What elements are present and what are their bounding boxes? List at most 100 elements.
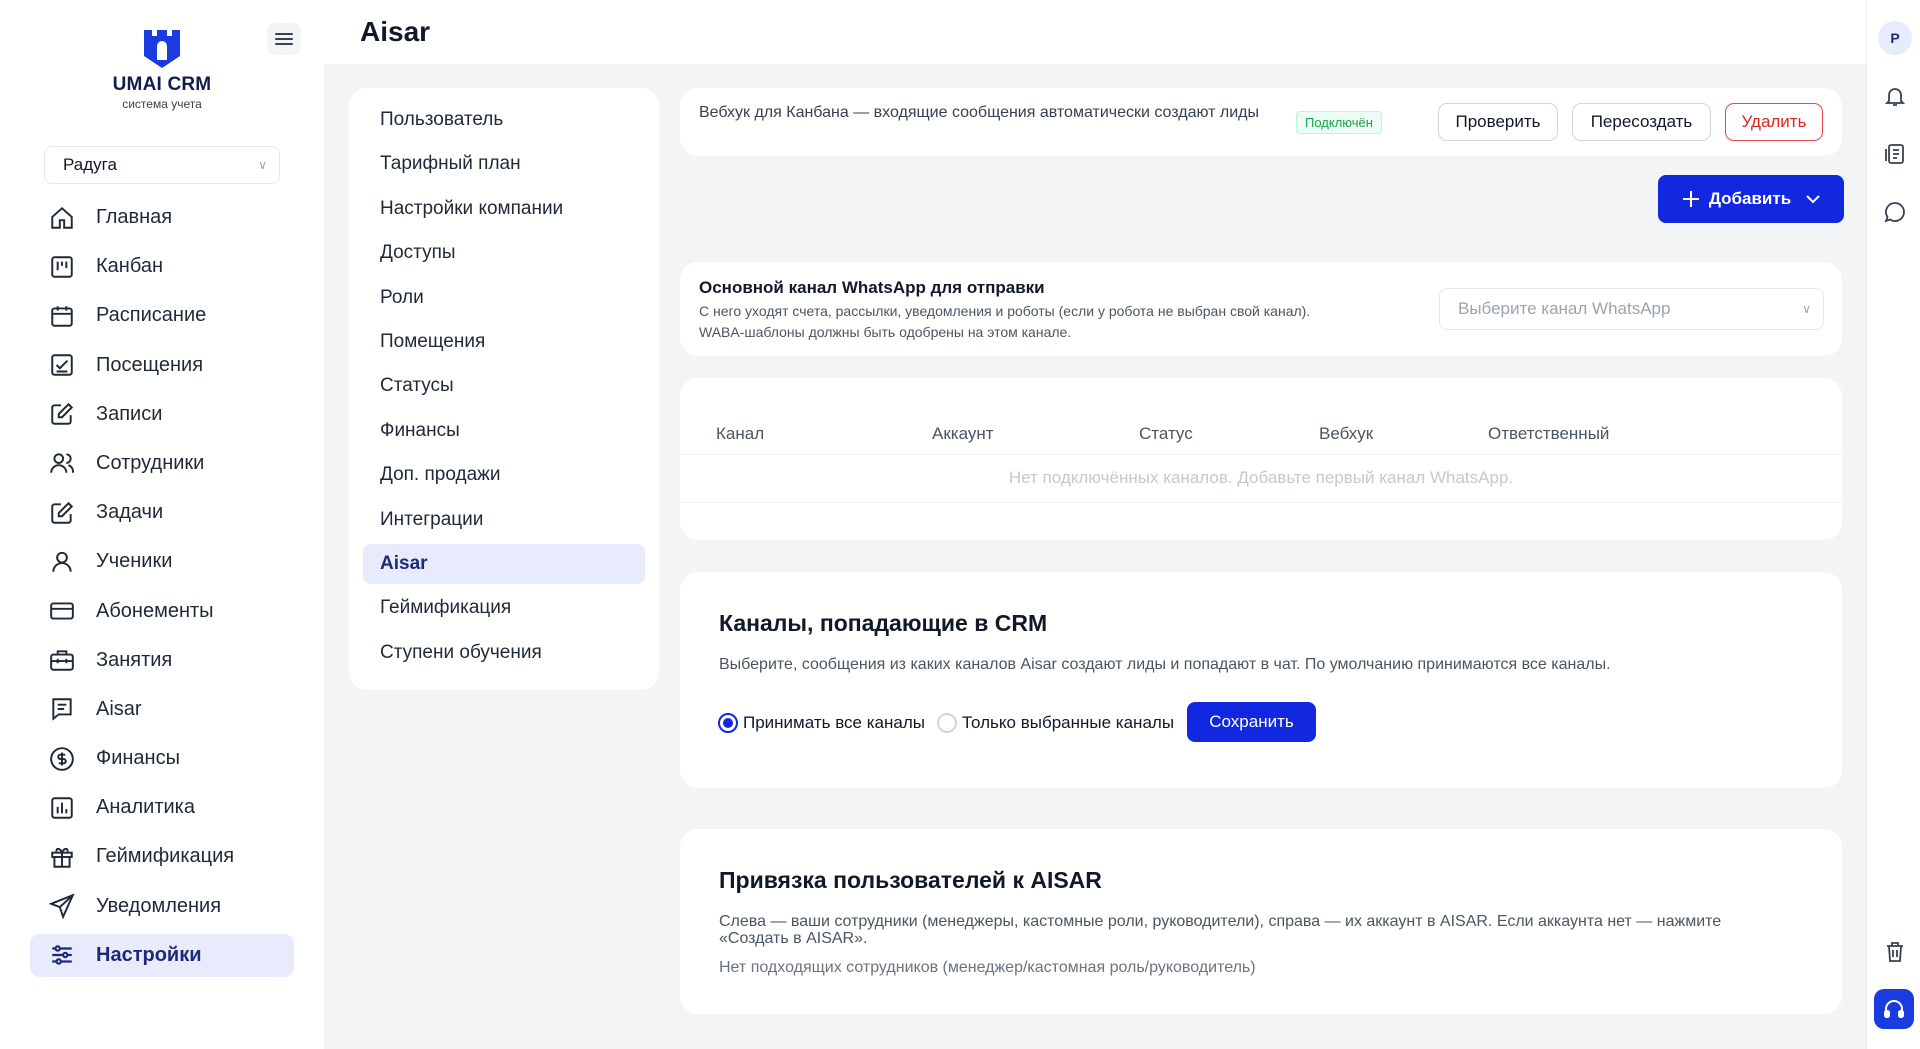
- radio-label: Принимать все каналы: [743, 713, 925, 732]
- radio-selected-only[interactable]: Только выбранные каналы: [937, 713, 1174, 733]
- submenu-item-learning-levels[interactable]: Ступени обучения: [363, 633, 645, 673]
- home-icon: [48, 204, 76, 232]
- document-icon[interactable]: [1881, 140, 1909, 168]
- radio-unchecked-icon: [937, 713, 957, 733]
- kanban-icon: [48, 253, 76, 281]
- chart-icon: [48, 794, 76, 822]
- chat-icon[interactable]: [1881, 198, 1909, 226]
- hamburger-icon: [275, 33, 293, 45]
- support-button[interactable]: [1874, 989, 1914, 1029]
- whatsapp-main-channel-card: Основной канал WhatsApp для отправки С н…: [680, 262, 1842, 356]
- whatsapp-desc-line: WABA-шаблоны должны быть одобрены на это…: [699, 324, 1072, 340]
- nav-item-tasks[interactable]: Задачи: [30, 491, 294, 534]
- submenu-item-access[interactable]: Доступы: [363, 233, 645, 273]
- column-header-responsible: Ответственный: [1488, 424, 1610, 443]
- webhook-description: Вебхук для Канбана — входящие сообщения …: [699, 104, 1260, 121]
- brand-name: UMAI CRM: [112, 74, 212, 95]
- nav-item-settings[interactable]: Настройки: [30, 933, 294, 977]
- nav-item-label: Уведомления: [96, 894, 222, 917]
- whatsapp-card-description: С него уходят счета, рассылки, уведомлен…: [699, 301, 1419, 343]
- nav-item-label: Аналитика: [96, 796, 195, 819]
- gift-icon: [48, 843, 76, 871]
- crm-channels-description: Выберите, сообщения из каких каналов Ais…: [719, 656, 1611, 673]
- radio-label: Только выбранные каналы: [962, 713, 1175, 732]
- aisar-binding-title: Привязка пользователей к AISAR: [719, 867, 1102, 893]
- nav-item-label: Задачи: [96, 501, 164, 524]
- nav-item-gamification[interactable]: Геймификация: [30, 835, 294, 878]
- nav-item-employees[interactable]: Сотрудники: [30, 442, 294, 485]
- delete-button[interactable]: Удалить: [1725, 103, 1823, 141]
- chevron-down-icon: ∨: [1802, 302, 1811, 316]
- channels-table: Канал Аккаунт Статус Вебхук Ответственны…: [680, 378, 1842, 540]
- submenu-item-rooms[interactable]: Помещения: [363, 322, 645, 362]
- nav-item-analytics[interactable]: Аналитика: [30, 786, 294, 829]
- submenu-item-gamification[interactable]: Геймификация: [363, 588, 645, 628]
- add-channel-label: Добавить: [1708, 189, 1792, 208]
- radio-accept-all[interactable]: Принимать все каналы: [718, 713, 925, 733]
- whatsapp-card-title: Основной канал WhatsApp для отправки: [699, 278, 1045, 297]
- nav-item-home[interactable]: Главная: [30, 196, 294, 239]
- users-icon: [48, 449, 76, 477]
- add-channel-button[interactable]: Добавить: [1658, 175, 1844, 223]
- chevron-down-icon: [1806, 195, 1820, 204]
- nav-item-finance[interactable]: Финансы: [30, 737, 294, 780]
- nav-item-label: Посещения: [96, 353, 204, 376]
- whatsapp-select-placeholder: Выберите канал WhatsApp: [1458, 299, 1671, 318]
- submenu-item-user[interactable]: Пользователь: [363, 100, 645, 140]
- nav-item-notifications[interactable]: Уведомления: [30, 885, 294, 928]
- nav-item-attendance[interactable]: Посещения: [30, 344, 294, 387]
- submenu-item-aisar[interactable]: Aisar: [363, 543, 645, 584]
- aisar-binding-card: Привязка пользователей к AISAR Слева — в…: [680, 829, 1842, 1014]
- nav-item-subscriptions[interactable]: Абонементы: [30, 590, 294, 633]
- table-divider: [680, 502, 1842, 503]
- submenu-item-integrations[interactable]: Интеграции: [363, 500, 645, 540]
- nav-item-kanban[interactable]: Канбан: [30, 245, 294, 288]
- nav-item-label: Записи: [96, 402, 163, 425]
- message-icon: [48, 695, 76, 723]
- check-button[interactable]: Проверить: [1438, 103, 1558, 141]
- nav-item-label: Сотрудники: [96, 451, 205, 474]
- recreate-button[interactable]: Пересоздать: [1572, 103, 1711, 141]
- column-header-account: Аккаунт: [932, 424, 994, 443]
- submenu-item-statuses[interactable]: Статусы: [363, 366, 645, 406]
- organization-select-value: Радуга: [63, 155, 117, 174]
- crm-channels-card: Каналы, попадающие в CRM Выберите, сообщ…: [680, 572, 1842, 788]
- plus-icon: [1682, 191, 1699, 207]
- nav-item-label: Финансы: [96, 747, 180, 770]
- nav-item-label: Геймификация: [96, 845, 235, 868]
- avatar[interactable]: P: [1878, 21, 1912, 55]
- aisar-binding-description: Слева — ваши сотрудники (менеджеры, каст…: [719, 913, 1722, 947]
- nav-item-label: Настройки: [96, 943, 202, 966]
- nav-item-classes[interactable]: Занятия: [30, 639, 294, 682]
- sidebar: UMAI CRM система учета Радуга ∨ Главная …: [0, 0, 324, 1049]
- submenu-item-upsells[interactable]: Доп. продажи: [363, 455, 645, 495]
- dollar-icon: [48, 745, 76, 773]
- table-divider: [680, 454, 1842, 455]
- column-header-channel: Канал: [716, 424, 765, 443]
- bell-icon[interactable]: [1881, 82, 1909, 110]
- briefcase-icon: [48, 646, 76, 674]
- main-nav: Главная Канбан Расписание Посещения Запи…: [30, 196, 294, 983]
- nav-item-students[interactable]: Ученики: [30, 540, 294, 583]
- chevron-down-icon: ∨: [258, 158, 267, 172]
- nav-item-label: Главная: [96, 206, 173, 228]
- nav-item-aisar[interactable]: Aisar: [30, 688, 294, 731]
- radio-checked-icon: [718, 713, 738, 733]
- menu-toggle-button[interactable]: [267, 23, 301, 55]
- trash-icon[interactable]: [1881, 938, 1909, 966]
- submenu-item-finance[interactable]: Финансы: [363, 411, 645, 451]
- brand-subtitle: система учета: [122, 97, 202, 111]
- submenu-item-tariff[interactable]: Тарифный план: [363, 144, 645, 184]
- nav-item-schedule[interactable]: Расписание: [30, 294, 294, 337]
- save-button[interactable]: Сохранить: [1187, 702, 1316, 742]
- organization-select[interactable]: Радуга ∨: [44, 146, 280, 184]
- edit-icon: [48, 400, 76, 428]
- brand-logo[interactable]: UMAI CRM система учета: [110, 28, 214, 111]
- whatsapp-channel-select[interactable]: Выберите канал WhatsApp ∨: [1439, 288, 1824, 330]
- submenu-item-company-settings[interactable]: Настройки компании: [363, 189, 645, 229]
- nav-item-label: Расписание: [96, 304, 207, 327]
- crm-channels-title: Каналы, попадающие в CRM: [719, 610, 1048, 636]
- submenu-item-roles[interactable]: Роли: [363, 278, 645, 318]
- nav-item-records[interactable]: Записи: [30, 393, 294, 436]
- webhook-card: Вебхук для Канбана — входящие сообщения …: [680, 88, 1842, 156]
